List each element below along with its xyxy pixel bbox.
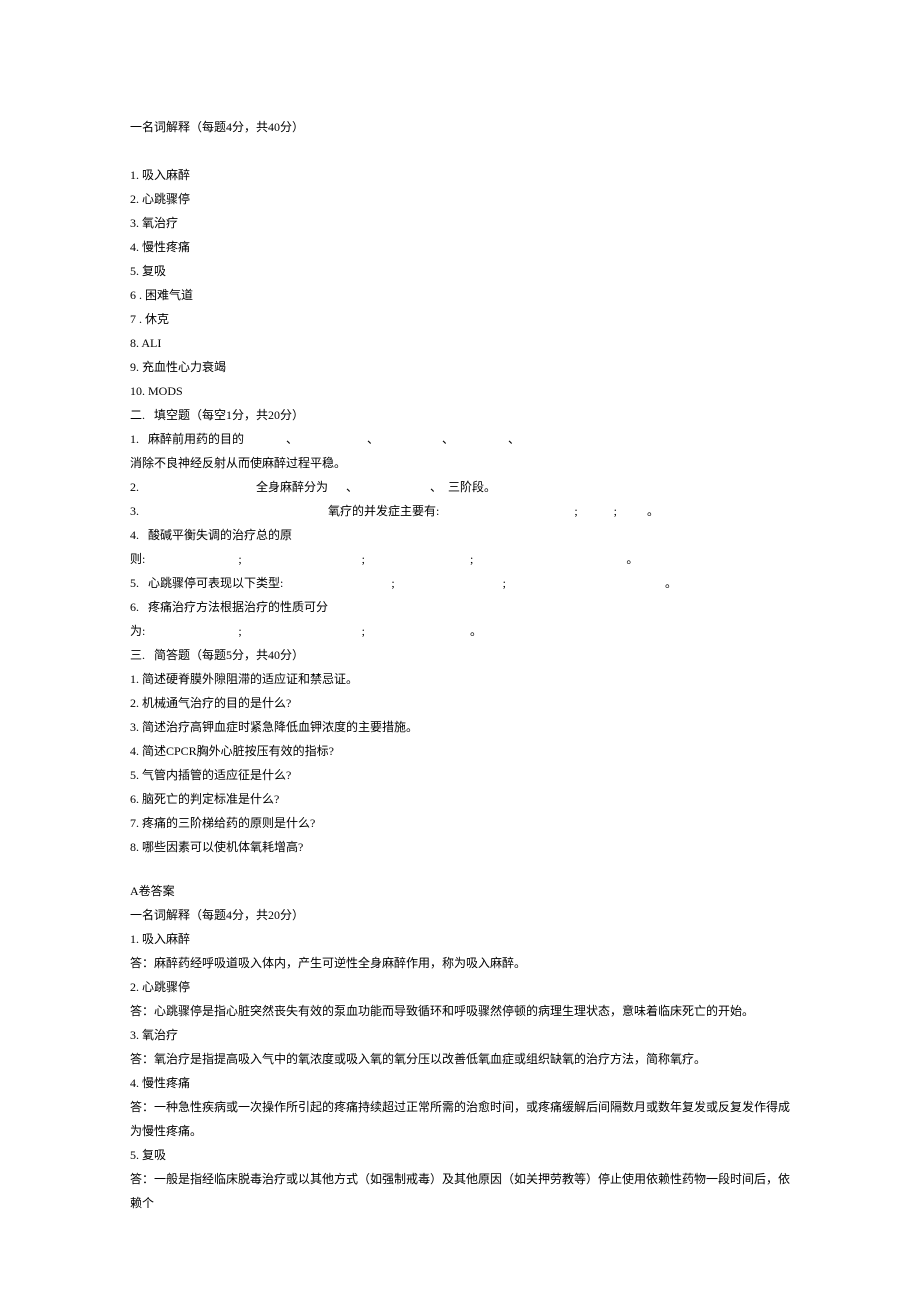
section1-item: 7 . 休克: [130, 307, 790, 331]
answer-item: 答：一般是指经临床脱毒治疗或以其他方式（如强制戒毒）及其他原因（如关押劳教等）停…: [130, 1167, 790, 1215]
answer-item: 答：麻醉药经呼吸道吸入体内，产生可逆性全身麻醉作用，称为吸入麻醉。: [130, 951, 790, 975]
section1-item: 10. MODS: [130, 379, 790, 403]
section3-item: 8. 哪些因素可以使机体氧耗增高?: [130, 835, 790, 859]
section1-item: 3. 氧治疗: [130, 211, 790, 235]
section3-item: 4. 简述CPCR胸外心脏按压有效的指标?: [130, 739, 790, 763]
section2-item: 6. 疼痛治疗方法根据治疗的性质可分: [130, 595, 790, 619]
answer-item: 答：心跳骤停是指心脏突然丧失有效的泵血功能而导致循环和呼吸骤然停顿的病理生理状态…: [130, 999, 790, 1023]
answer-item: 3. 氧治疗: [130, 1023, 790, 1047]
section2-item: 5. 心跳骤停可表现以下类型: ; ; 。: [130, 571, 790, 595]
section2-item: 则: ; ; ; 。: [130, 547, 790, 571]
section1-item: 1. 吸入麻醉: [130, 163, 790, 187]
section2-item: 1. 麻醉前用药的目的 、 、 、 、: [130, 427, 790, 451]
answer-item: 2. 心跳骤停: [130, 975, 790, 999]
section2-header: 二. 填空题（每空1分，共20分）: [130, 403, 790, 427]
section2-item: 为: ; ; 。: [130, 619, 790, 643]
answer-item: 1. 吸入麻醉: [130, 927, 790, 951]
answer-item: 4. 慢性疼痛: [130, 1071, 790, 1095]
section1-item: 6 . 困难气道: [130, 283, 790, 307]
section2-item: 4. 酸碱平衡失调的治疗总的原: [130, 523, 790, 547]
section3-item: 5. 气管内插管的适应征是什么?: [130, 763, 790, 787]
answer-item: 答：一种急性疾病或一次操作所引起的疼痛持续超过正常所需的治愈时间，或疼痛缓解后间…: [130, 1095, 790, 1143]
section1-item: 9. 充血性心力衰竭: [130, 355, 790, 379]
answer-item: 5. 复吸: [130, 1143, 790, 1167]
section3-item: 1. 简述硬脊膜外隙阻滞的适应证和禁忌证。: [130, 667, 790, 691]
section2-item: 消除不良神经反射从而使麻醉过程平稳。: [130, 451, 790, 475]
section3-item: 3. 简述治疗高钾血症时紧急降低血钾浓度的主要措施。: [130, 715, 790, 739]
section2-item: 3. 氧疗的并发症主要有: ; ; 。: [130, 499, 790, 523]
answers-header: A卷答案: [130, 879, 790, 903]
section3-item: 2. 机械通气治疗的目的是什么?: [130, 691, 790, 715]
section3-header: 三. 简答题（每题5分，共40分）: [130, 643, 790, 667]
section3-item: 6. 脑死亡的判定标准是什么?: [130, 787, 790, 811]
answers-subheader: 一名词解释（每题4分，共20分）: [130, 903, 790, 927]
section1-item: 5. 复吸: [130, 259, 790, 283]
document-content: 一名词解释（每题4分，共40分） 1. 吸入麻醉 2. 心跳骤停 3. 氧治疗 …: [130, 115, 790, 1215]
section2-item: 2. 全身麻醉分为 、 、 三阶段。: [130, 475, 790, 499]
section1-header: 一名词解释（每题4分，共40分）: [130, 115, 790, 139]
section1-item: 4. 慢性疼痛: [130, 235, 790, 259]
section1-item: 8. ALI: [130, 331, 790, 355]
section1-item: 2. 心跳骤停: [130, 187, 790, 211]
section3-item: 7. 疼痛的三阶梯给药的原则是什么?: [130, 811, 790, 835]
answer-item: 答：氧治疗是指提高吸入气中的氧浓度或吸入氧的氧分压以改善低氧血症或组织缺氧的治疗…: [130, 1047, 790, 1071]
